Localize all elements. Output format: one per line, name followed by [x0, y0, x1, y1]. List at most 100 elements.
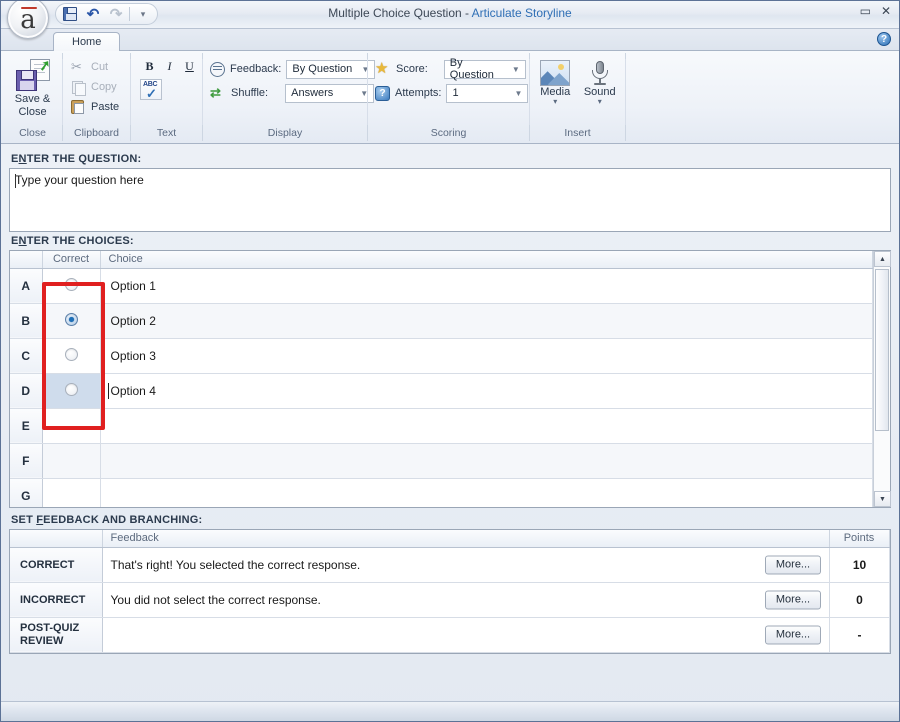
score-dropdown[interactable]: By Question ▼ [444, 60, 526, 79]
minimize-icon[interactable]: ▭ [860, 5, 871, 17]
qat-divider [129, 7, 130, 21]
more-button[interactable]: More... [765, 555, 821, 574]
table-row[interactable]: E [10, 408, 873, 443]
choice-cell-editing[interactable]: Option 4 [100, 373, 873, 408]
ribbon-group-clipboard-title: Clipboard [67, 127, 126, 141]
feedback-row-label: CORRECT [10, 547, 102, 582]
choice-cell[interactable] [100, 443, 873, 478]
choice-text: Option 4 [111, 384, 156, 398]
scrollbar-track[interactable] [874, 267, 890, 491]
correct-radio[interactable] [65, 348, 78, 361]
feedback-row-text-cell[interactable]: More... [102, 617, 830, 652]
scrollbar-thumb[interactable] [875, 269, 889, 431]
paste-button[interactable]: Paste [67, 97, 122, 117]
bold-button[interactable]: B [140, 57, 159, 76]
feedback-row-points[interactable]: - [830, 617, 890, 652]
choice-cell[interactable] [100, 478, 873, 507]
correct-cell[interactable] [42, 268, 100, 303]
table-row[interactable]: CORRECT That's right! You selected the c… [10, 547, 890, 582]
chevron-down-icon[interactable]: ▾ [133, 5, 153, 23]
feedback-row-label: INCORRECT [10, 582, 102, 617]
feedback-row-text: You did not select the correct response. [111, 593, 321, 607]
question-input[interactable]: Type your question here [9, 168, 891, 232]
font-style-buttons: B I U [140, 57, 199, 76]
scissors-icon [70, 59, 86, 75]
table-row[interactable]: B Option 2 [10, 303, 873, 338]
feedback-table-body: CORRECT That's right! You selected the c… [10, 547, 890, 652]
table-row[interactable]: C Option 3 [10, 338, 873, 373]
insert-media-button[interactable]: Media ▾ [534, 58, 577, 106]
paste-label: Paste [91, 101, 119, 113]
cut-label: Cut [91, 61, 108, 73]
underline-button[interactable]: U [180, 57, 199, 76]
ribbon-tab-strip: Home ? [1, 29, 899, 51]
score-field-row: ★ Score: By Question ▼ [372, 57, 526, 81]
table-row[interactable]: A Option 1 [10, 268, 873, 303]
window-title-document: Multiple Choice Question - [328, 6, 471, 20]
feedback-header-points: Points [830, 530, 890, 547]
score-label: Score: [396, 63, 428, 75]
close-icon[interactable]: ✕ [881, 5, 891, 17]
copy-icon [70, 79, 86, 95]
insert-sound-button[interactable]: Sound ▾ [579, 58, 622, 106]
feedback-row-text-cell[interactable]: That's right! You selected the correct r… [102, 547, 830, 582]
correct-cell[interactable] [42, 443, 100, 478]
choice-cell[interactable]: Option 2 [100, 303, 873, 338]
table-row[interactable]: POST-QUIZ REVIEW More... - [10, 617, 890, 652]
choices-section-label: ENTER THE CHOICES: [11, 235, 891, 247]
help-icon[interactable]: ? [877, 32, 891, 46]
attempts-dropdown[interactable]: 1 ▼ [446, 84, 528, 103]
shuffle-dropdown[interactable]: Answers ▼ [285, 84, 374, 103]
window-title-app: Articulate Storyline [472, 6, 572, 20]
feedback-dropdown[interactable]: By Question ▼ [286, 60, 375, 79]
scroll-up-icon[interactable]: ▲ [874, 251, 891, 267]
correct-radio[interactable] [65, 383, 78, 396]
choices-table-container: Correct Choice A Option 1 B [9, 250, 891, 508]
spelling-check-button[interactable]: ABC ✓ [140, 79, 162, 100]
save-and-close-label-line2: Close [18, 106, 46, 119]
chevron-down-icon[interactable]: ▾ [598, 98, 602, 106]
correct-radio-selected[interactable] [65, 313, 78, 326]
feedback-row-points[interactable]: 0 [830, 582, 890, 617]
choice-cell[interactable] [100, 408, 873, 443]
correct-radio[interactable] [65, 278, 78, 291]
choice-cell[interactable]: Option 3 [100, 338, 873, 373]
main-content: ENTER THE QUESTION: Type your question h… [1, 144, 899, 654]
question-section-label: ENTER THE QUESTION: [11, 153, 891, 165]
quick-access-toolbar: ↶ ↷ ▾ [55, 3, 158, 25]
choice-cell[interactable]: Option 1 [100, 268, 873, 303]
more-button[interactable]: More... [765, 625, 821, 644]
scroll-down-icon[interactable]: ▼ [874, 491, 891, 507]
application-window: a ↶ ↷ ▾ Multiple Choice Question - Artic… [0, 0, 900, 722]
ribbon-group-insert-title: Insert [534, 127, 621, 141]
feedback-row-points[interactable]: 10 [830, 547, 890, 582]
choice-letter: C [10, 338, 42, 373]
tab-home[interactable]: Home [53, 32, 120, 52]
save-icon[interactable] [60, 5, 80, 23]
feedback-row-text-cell[interactable]: You did not select the correct response.… [102, 582, 830, 617]
correct-cell[interactable] [42, 338, 100, 373]
correct-cell-selected[interactable] [42, 373, 100, 408]
chevron-down-icon[interactable]: ▾ [553, 98, 557, 106]
attempts-field-row: ? Attempts: 1 ▼ [372, 81, 528, 105]
choices-vertical-scrollbar[interactable]: ▲ ▼ [873, 251, 890, 507]
text-caret [108, 383, 109, 399]
feedback-header-blank [10, 530, 102, 547]
correct-cell[interactable] [42, 408, 100, 443]
correct-cell[interactable] [42, 478, 100, 507]
table-row[interactable]: D Option 4 [10, 373, 873, 408]
correct-cell[interactable] [42, 303, 100, 338]
feedback-table: Feedback Points CORRECT That's right! Yo… [10, 530, 890, 653]
choices-header-correct: Correct [42, 251, 100, 268]
question-label-pre: E [11, 153, 19, 165]
question-label-post: TER THE QUESTION: [27, 153, 142, 165]
choices-table: Correct Choice A Option 1 B [10, 251, 873, 507]
table-row[interactable]: F [10, 443, 873, 478]
save-and-close-button[interactable]: ➚ Save & Close [7, 57, 58, 119]
paste-icon [70, 99, 86, 115]
undo-icon[interactable]: ↶ [83, 5, 103, 23]
italic-button[interactable]: I [160, 57, 179, 76]
table-row[interactable]: G [10, 478, 873, 507]
more-button[interactable]: More... [765, 590, 821, 609]
table-row[interactable]: INCORRECT You did not select the correct… [10, 582, 890, 617]
